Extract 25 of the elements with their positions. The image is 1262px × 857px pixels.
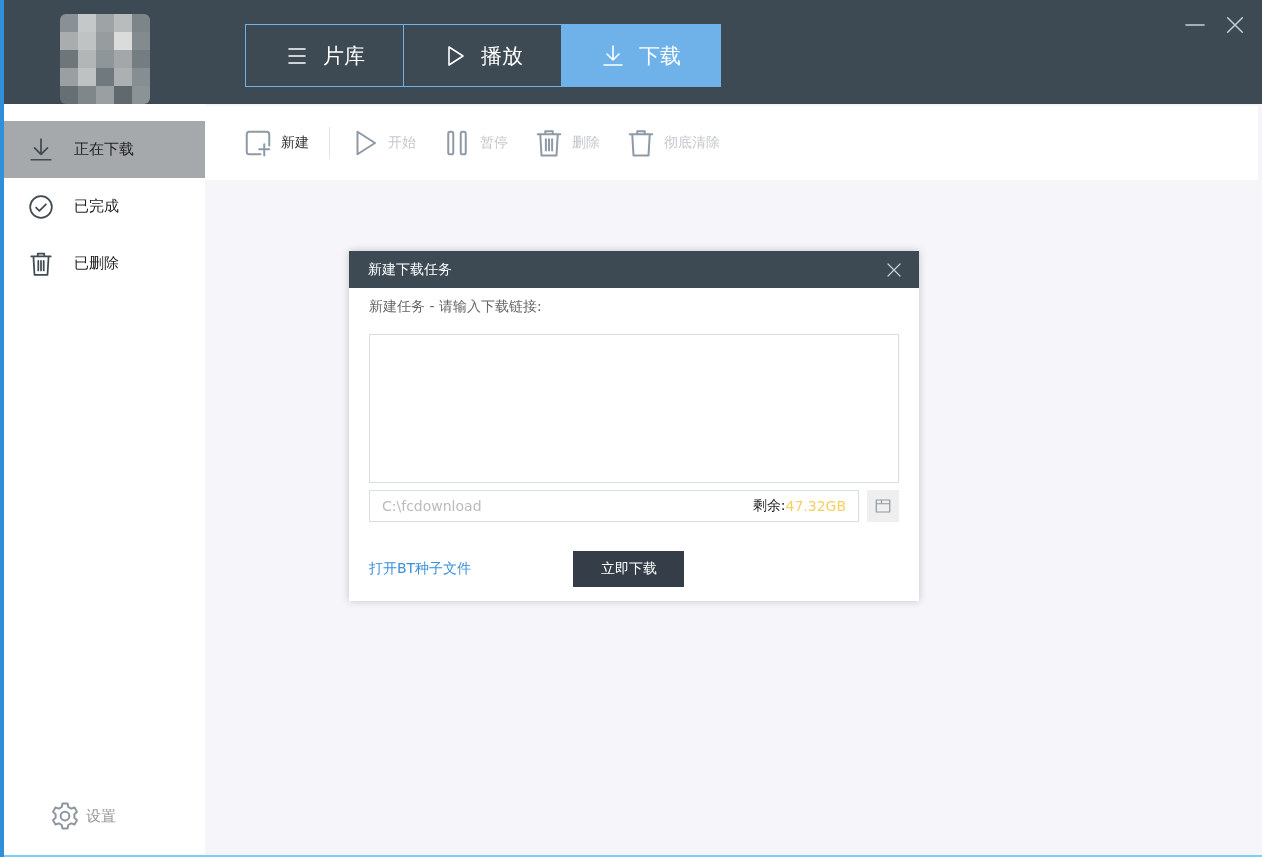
trash-icon (28, 250, 54, 277)
sidebar-item[interactable]: 已删除 (4, 235, 205, 292)
download-icon (601, 43, 625, 68)
trash-icon (534, 128, 564, 158)
dialog-title: 新建下载任务 (368, 260, 452, 279)
close-icon (1224, 14, 1246, 36)
link-input-field[interactable] (369, 334, 899, 483)
sidebar-item[interactable]: 已完成 (4, 178, 205, 235)
new-task-icon (243, 128, 273, 158)
free-space-label: 剩余: (752, 497, 786, 515)
download-now-button[interactable]: 立即下载 (573, 551, 685, 587)
prompt-text: 新建任务 - 请输入下载链接: (369, 298, 543, 316)
free-space-value: 47.32GB (785, 498, 847, 514)
sidebar-item[interactable]: 正在下载 (4, 121, 205, 178)
check-circle-icon (28, 193, 54, 220)
path-value: C:\fcdownload (382, 498, 482, 514)
folder-icon (874, 497, 893, 515)
toolbar-button[interactable]: 新建 (243, 128, 309, 158)
close-button[interactable] (1224, 14, 1246, 36)
trash-icon (626, 128, 656, 158)
path-field[interactable]: C:\fcdownload 剩余:47.32GB (369, 490, 860, 522)
minimize-icon (1185, 24, 1205, 26)
gear-icon (50, 801, 80, 831)
download-icon (28, 136, 54, 163)
open-torrent-link[interactable]: 打开BT种子文件 (369, 560, 472, 578)
